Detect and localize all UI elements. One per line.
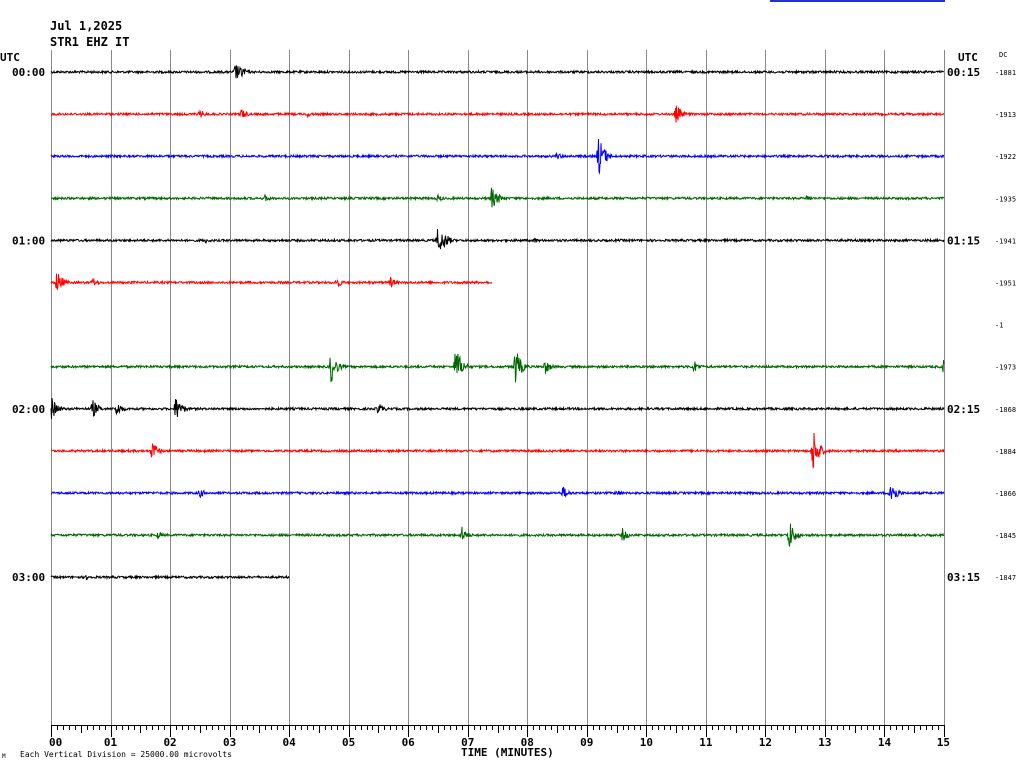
row-dc-offset: -1: [995, 322, 1003, 330]
row-dc-offset: -1845: [995, 532, 1016, 540]
row-dc-offset: -1951: [995, 280, 1016, 288]
x-tick-label: 03: [223, 736, 236, 749]
row-end-time: 01:15: [947, 234, 980, 247]
x-tick-label: 06: [402, 736, 416, 749]
row-dc-offset: -1913: [995, 111, 1016, 119]
x-tick-label: 09: [580, 736, 593, 749]
row-dc-offset: -1973: [995, 364, 1016, 372]
dc-label: DC: [999, 51, 1007, 59]
right-utc-label: UTC: [958, 51, 978, 64]
row-dc-offset: -1922: [995, 153, 1016, 161]
row-dc-offset: -1866: [995, 490, 1016, 498]
x-tick-label: 13: [818, 736, 831, 749]
left-utc-label: UTC: [0, 51, 20, 64]
chart-date: Jul 1,2025: [50, 19, 123, 33]
seismic-trace: [50, 229, 945, 250]
x-tick-label: 14: [878, 736, 892, 749]
seismic-trace: [50, 523, 945, 547]
row-end-time: 03:15: [947, 571, 980, 584]
x-axis-label: TIME (MINUTES): [461, 746, 554, 759]
seismic-trace: [50, 105, 945, 123]
row-start-time: 02:00: [12, 403, 45, 416]
row-labels: 00:00 00:15 -1881 -1913 -1922 -1935 01:00 01:15…: [12, 66, 1016, 584]
x-tick-label: 10: [640, 736, 653, 749]
trace-rows: [50, 65, 945, 581]
minute-grid: [51, 50, 945, 725]
corner-marker: M: [2, 753, 6, 760]
x-tick-label: 11: [699, 736, 713, 749]
row-end-time: 02:15: [947, 403, 980, 416]
row-start-time: 01:00: [12, 234, 45, 247]
seismic-trace: [50, 273, 492, 291]
row-dc-offset: -1884: [995, 448, 1016, 456]
x-tick-label: 05: [342, 736, 355, 749]
seismic-trace: [51, 187, 945, 208]
x-tick-label: 00: [49, 736, 62, 749]
x-tick-label: 15: [937, 736, 950, 749]
seismic-trace: [50, 432, 945, 469]
row-dc-offset: -1941: [995, 237, 1016, 245]
row-end-time: 00:15: [947, 66, 980, 79]
station-code: STR1 EHZ IT: [50, 35, 130, 49]
x-tick-label: 01: [104, 736, 118, 749]
vertical-division-note: Each Vertical Division = 25000.00 microv…: [20, 750, 232, 759]
row-dc-offset: -1868: [995, 406, 1016, 414]
seismic-trace: [50, 65, 944, 79]
seismic-trace: [51, 486, 945, 500]
row-start-time: 00:00: [12, 66, 45, 79]
seismic-trace: [50, 138, 944, 175]
seismic-trace: [50, 353, 945, 383]
x-tick-label: 02: [163, 736, 176, 749]
row-dc-offset: -1881: [995, 69, 1016, 77]
row-dc-offset: -1847: [995, 574, 1016, 582]
top-link-bar: [770, 0, 945, 2]
seismic-trace: [50, 397, 945, 420]
x-tick-label: 12: [759, 736, 772, 749]
row-dc-offset: -1935: [995, 195, 1016, 203]
seismogram-chart: 00 01 02 03 04 05 06 07 08 09 10 11 12 13 14 15 00:00 00…: [0, 50, 1016, 759]
x-tick-label: 04: [283, 736, 297, 749]
row-start-time: 03:00: [12, 571, 45, 584]
